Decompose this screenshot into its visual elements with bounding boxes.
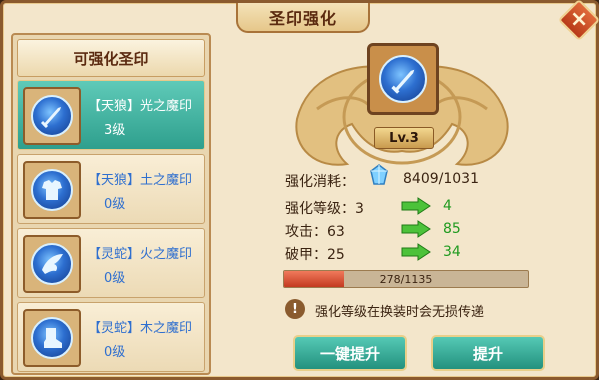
selected-seal-frame	[367, 43, 439, 115]
arrow-right-icon	[401, 243, 431, 261]
list-item[interactable]: 【天狼】光之魔印 3级	[17, 80, 205, 150]
boots-seal-icon	[23, 309, 81, 367]
sword-seal-icon	[23, 87, 81, 145]
seal-level-plate: Lv.3	[374, 127, 434, 149]
seal-name: 【天狼】土之魔印	[88, 173, 193, 188]
transfer-notice: 强化等级在换装时会无损传递	[315, 305, 485, 320]
crystal-icon	[370, 164, 388, 185]
seal-level: 3级	[104, 123, 126, 138]
seal-list-header: 可强化圣印	[17, 39, 205, 77]
seal-enhance-window: 圣印强化 × 可强化圣印 【天狼】光之魔印 3级 【天狼】土之魔印 0级 【灵蛇…	[0, 0, 599, 380]
enhance-level-label: 强化等级：3	[285, 201, 364, 217]
sword-seal-icon	[391, 69, 415, 94]
one-click-upgrade-button[interactable]: 一键提升	[293, 335, 407, 371]
seal-name: 【灵蛇】火之魔印	[88, 247, 193, 262]
attack-label: 攻击：63	[285, 224, 345, 240]
seal-level: 0级	[104, 345, 126, 360]
exp-progress-text: 278/1135	[379, 273, 433, 286]
seal-name: 【灵蛇】木之魔印	[88, 321, 193, 336]
warning-icon: !	[285, 299, 305, 319]
close-icon: ×	[569, 7, 589, 33]
seal-emblem: Lv.3	[277, 39, 527, 189]
seal-level: 0级	[104, 197, 126, 212]
cost-label: 强化消耗：	[285, 174, 355, 190]
list-item[interactable]: 【灵蛇】火之魔印 0级	[17, 228, 205, 298]
armor-pen-next: 34	[443, 244, 461, 260]
list-item[interactable]: 【灵蛇】木之魔印 0级	[17, 302, 205, 372]
attack-next: 85	[443, 221, 461, 237]
cost-value: 8409/1031	[403, 171, 479, 187]
armor-pen-label: 破甲：25	[285, 247, 345, 263]
seal-detail-panel: Lv.3 强化消耗： 8409/1031 强化等级：3 4 攻击：63 85 破…	[217, 33, 595, 377]
upgrade-button[interactable]: 提升	[431, 335, 545, 371]
exp-progress-bar: 278/1135	[283, 270, 529, 288]
seal-list-panel: 可强化圣印 【天狼】光之魔印 3级 【天狼】土之魔印 0级 【灵蛇】火之魔印 0	[11, 33, 211, 375]
arrow-right-icon	[401, 220, 431, 238]
window-title: 圣印强化	[236, 3, 370, 33]
seal-name: 【天狼】光之魔印	[88, 99, 193, 114]
list-item[interactable]: 【天狼】土之魔印 0级	[17, 154, 205, 224]
seal-level: 0级	[104, 271, 126, 286]
arrow-right-icon	[401, 197, 431, 215]
wing-seal-icon	[23, 235, 81, 293]
armor-seal-icon	[23, 161, 81, 219]
enhance-level-next: 4	[443, 198, 452, 214]
